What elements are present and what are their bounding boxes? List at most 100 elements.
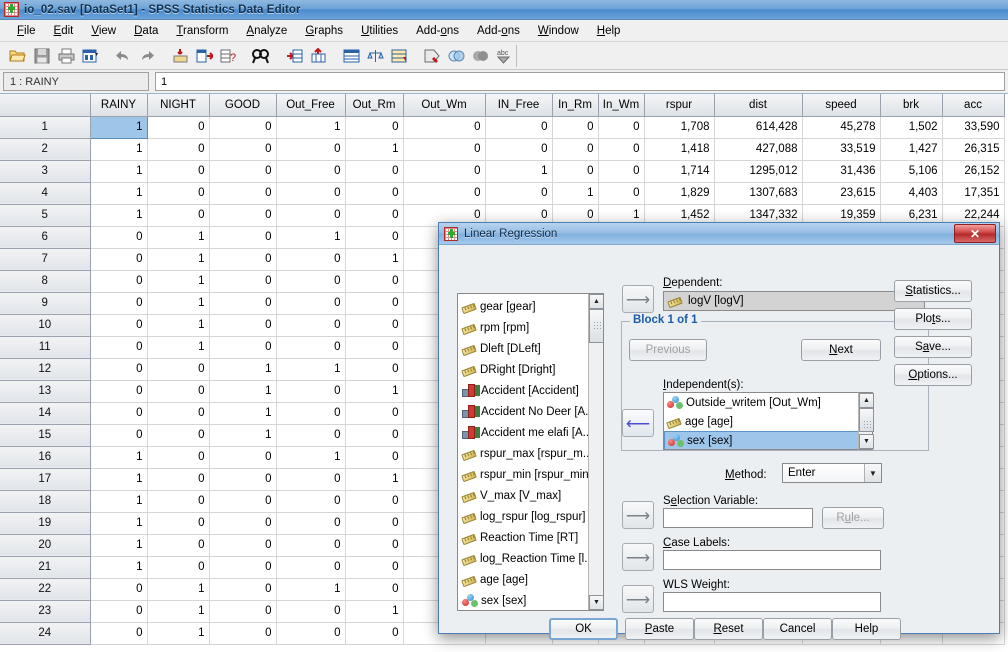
grid-cell[interactable]: 0 (147, 138, 210, 161)
grid-cell[interactable]: 0 (209, 600, 277, 623)
grid-cell[interactable]: 0 (403, 138, 486, 161)
grid-cell[interactable]: 0 (276, 402, 346, 425)
grid-cell[interactable]: 1 (209, 380, 277, 403)
row-header[interactable]: 24 (0, 621, 91, 645)
wls-weight-field[interactable] (663, 592, 881, 612)
grid-cell[interactable]: 0 (209, 468, 277, 491)
grid-cell[interactable]: 0 (345, 292, 404, 315)
column-header-out_wm[interactable]: Out_Wm (402, 94, 486, 117)
column-header-acc[interactable]: acc (941, 94, 1005, 117)
next-button[interactable]: Next (801, 339, 881, 361)
grid-cell[interactable]: 1 (209, 358, 277, 381)
grid-cell[interactable]: 0 (90, 270, 148, 293)
grid-cell[interactable]: 0 (209, 292, 277, 315)
column-header-dist[interactable]: dist (713, 94, 803, 117)
source-variable-item[interactable]: Accident me elafi [A... (460, 422, 603, 443)
grid-cell[interactable]: 0 (90, 600, 148, 623)
cell-value-input[interactable]: 1 (155, 72, 1005, 91)
source-variable-item[interactable]: Dleft [DLeft] (460, 338, 603, 359)
column-header-night[interactable]: NIGHT (146, 94, 210, 117)
grid-cell[interactable]: 0 (147, 116, 210, 139)
grid-cell[interactable]: 0 (209, 512, 277, 535)
grid-cell[interactable]: 614,428 (714, 116, 803, 139)
grid-cell[interactable]: 0 (345, 270, 404, 293)
grid-cell[interactable]: 0 (276, 336, 346, 359)
grid-cell[interactable]: 0 (209, 204, 277, 227)
row-header[interactable]: 5 (0, 203, 91, 227)
grid-cell[interactable]: 1,418 (644, 138, 715, 161)
table-row[interactable]: 4 1 0 0 0 0 0 0 1 0 1,829 1307,683 23,615 4,403 17,351 (0, 181, 1005, 205)
grid-cell[interactable]: 1 (147, 270, 210, 293)
grid-cell[interactable]: 1,714 (644, 160, 715, 183)
source-variable-item[interactable]: age [age] (460, 569, 603, 590)
grid-cell[interactable]: 0 (209, 490, 277, 513)
goto-variable-icon[interactable] (192, 44, 216, 68)
undo-icon[interactable] (111, 44, 135, 68)
source-variable-item[interactable]: V_max [V_max] (460, 485, 603, 506)
find-icon[interactable] (249, 44, 273, 68)
grid-cell[interactable]: 0 (345, 358, 404, 381)
row-header[interactable]: 17 (0, 467, 91, 491)
row-header[interactable]: 21 (0, 555, 91, 579)
grid-cell[interactable]: 0 (276, 468, 346, 491)
grid-cell[interactable]: 1 (90, 512, 148, 535)
grid-cell[interactable]: 17,351 (942, 182, 1005, 205)
grid-cell[interactable]: 0 (209, 578, 277, 601)
source-variable-item[interactable]: rpm [rpm] (460, 317, 603, 338)
source-variable-item[interactable]: sex [sex] (460, 590, 603, 610)
column-header-out_rm[interactable]: Out_Rm (344, 94, 404, 117)
grid-cell[interactable]: 0 (485, 116, 553, 139)
independent-item-selected[interactable]: sex [sex] (664, 431, 872, 449)
insert-case-icon[interactable] (282, 44, 306, 68)
grid-cell[interactable]: 1 (147, 248, 210, 271)
scroll-down-icon[interactable]: ▼ (589, 595, 603, 610)
column-header-good[interactable]: GOOD (208, 94, 277, 117)
column-header-out_free[interactable]: Out_Free (275, 94, 346, 117)
row-header[interactable]: 8 (0, 269, 91, 293)
grid-cell[interactable]: 0 (90, 336, 148, 359)
grid-cell[interactable]: 1295,012 (714, 160, 803, 183)
grid-cell[interactable]: 0 (345, 182, 404, 205)
grid-cell[interactable]: 0 (276, 534, 346, 557)
grid-cell[interactable]: 0 (147, 160, 210, 183)
grid-cell[interactable]: 0 (90, 622, 148, 645)
grid-cell[interactable]: 4,403 (880, 182, 943, 205)
menu-analyze[interactable]: Analyze (237, 22, 296, 40)
plots-button[interactable]: Plo t s... (894, 308, 972, 330)
grid-cell[interactable]: 1 (147, 314, 210, 337)
row-header[interactable]: 4 (0, 181, 91, 205)
grid-cell[interactable]: 0 (147, 204, 210, 227)
grid-cell[interactable]: 1 (90, 446, 148, 469)
save-file-icon[interactable] (30, 44, 54, 68)
reset-button[interactable]: Reset (694, 618, 763, 640)
source-variable-item[interactable]: gear [gear] (460, 296, 603, 317)
menu-file[interactable]: File (8, 22, 45, 40)
grid-cell[interactable]: 0 (345, 490, 404, 513)
menu-view[interactable]: View (82, 22, 125, 40)
grid-cell[interactable]: 0 (147, 534, 210, 557)
grid-cell[interactable]: 0 (276, 600, 346, 623)
grid-cell[interactable]: 0 (345, 226, 404, 249)
menu-edit[interactable]: Edit (45, 22, 83, 40)
move-to-dependent-button[interactable]: ⟶ (622, 285, 654, 313)
grid-cell[interactable]: 0 (276, 292, 346, 315)
grid-cell[interactable]: 1,708 (644, 116, 715, 139)
grid-cell[interactable]: 0 (90, 380, 148, 403)
grid-cell[interactable]: 0 (90, 578, 148, 601)
grid-cell[interactable]: 0 (276, 556, 346, 579)
row-header[interactable]: 6 (0, 225, 91, 249)
row-header[interactable]: 2 (0, 137, 91, 161)
move-to-independents-button[interactable]: ⟵ (622, 409, 654, 437)
grid-cell[interactable]: 1 (90, 204, 148, 227)
grid-cell[interactable]: 0 (345, 314, 404, 337)
grid-cell[interactable]: 1 (276, 358, 346, 381)
table-row[interactable]: 1 1 0 0 1 0 0 0 0 0 1,708 614,428 45,278 1,502 33,590 (0, 115, 1005, 139)
grid-cell[interactable]: 0 (209, 270, 277, 293)
grid-cell[interactable]: 0 (276, 182, 346, 205)
grid-cell[interactable]: 1 (147, 336, 210, 359)
grid-cell[interactable]: 427,088 (714, 138, 803, 161)
recall-dialogs-icon[interactable] (78, 44, 102, 68)
grid-cell[interactable]: 0 (276, 512, 346, 535)
grid-cell[interactable]: 1 (276, 226, 346, 249)
grid-cell[interactable]: 0 (485, 182, 553, 205)
